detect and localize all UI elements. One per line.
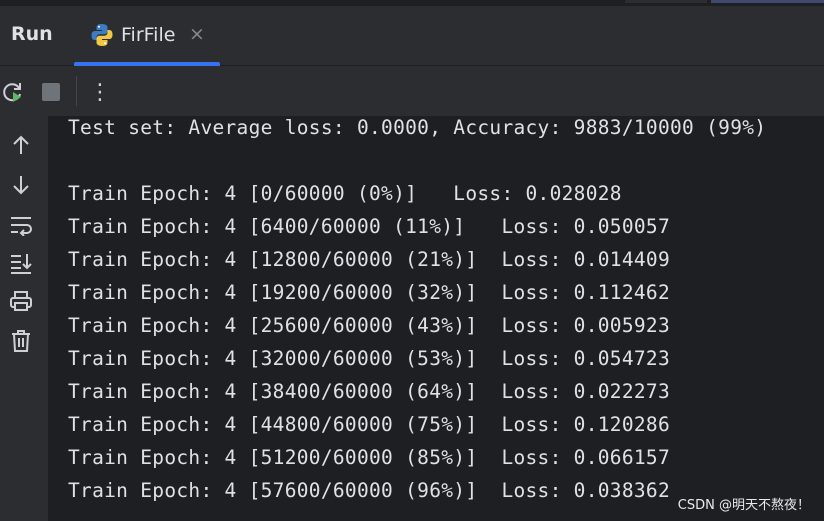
console-line: Test set: Average loss: 0.0000, Accuracy… xyxy=(68,116,767,139)
console-actions-gutter xyxy=(0,116,48,521)
python-icon xyxy=(91,23,113,47)
console-line: Train Epoch: 4 [57600/60000 (96%)] Loss:… xyxy=(68,479,670,502)
console-line: Train Epoch: 4 [12800/60000 (21%)] Loss:… xyxy=(68,248,670,271)
run-tool-window-header: Run FirFile × xyxy=(0,6,824,66)
rerun-icon[interactable] xyxy=(0,79,26,105)
tab-firfile[interactable]: FirFile × xyxy=(74,6,220,66)
toolbar-separator xyxy=(76,76,77,106)
console-output[interactable]: Test set: Average loss: 0.0000, Accuracy… xyxy=(48,116,824,521)
console-line: Train Epoch: 4 [6400/60000 (11%)] Loss: … xyxy=(68,215,670,238)
tab-label: FirFile xyxy=(121,24,176,46)
print-icon[interactable] xyxy=(8,288,34,314)
scroll-to-end-icon[interactable] xyxy=(8,250,34,276)
console-line: Train Epoch: 4 [32000/60000 (53%)] Loss:… xyxy=(68,347,670,370)
editor-tab-strip-active xyxy=(711,0,824,3)
console-line: Train Epoch: 4 [44800/60000 (75%)] Loss:… xyxy=(68,413,670,436)
run-toolbar: ⋮ xyxy=(0,66,824,116)
console-line: Train Epoch: 4 [0/60000 (0%)] Loss: 0.02… xyxy=(68,182,622,205)
tool-window-title: Run xyxy=(11,23,53,45)
close-icon[interactable]: × xyxy=(189,23,205,45)
console-line: Train Epoch: 4 [25600/60000 (43%)] Loss:… xyxy=(68,314,670,337)
more-options-icon[interactable]: ⋮ xyxy=(87,79,113,105)
trash-icon[interactable] xyxy=(8,328,34,354)
console-line: Train Epoch: 4 [51200/60000 (85%)] Loss:… xyxy=(68,446,670,469)
down-arrow-icon[interactable] xyxy=(8,172,34,198)
soft-wrap-icon[interactable] xyxy=(8,212,34,238)
stop-icon[interactable] xyxy=(38,79,64,105)
up-arrow-icon[interactable] xyxy=(8,132,34,158)
console-line: Train Epoch: 4 [19200/60000 (32%)] Loss:… xyxy=(68,281,670,304)
console-line: Train Epoch: 4 [38400/60000 (64%)] Loss:… xyxy=(68,380,670,403)
watermark: CSDN @明天不熬夜！ xyxy=(677,498,810,513)
editor-tab-strip xyxy=(625,0,707,3)
